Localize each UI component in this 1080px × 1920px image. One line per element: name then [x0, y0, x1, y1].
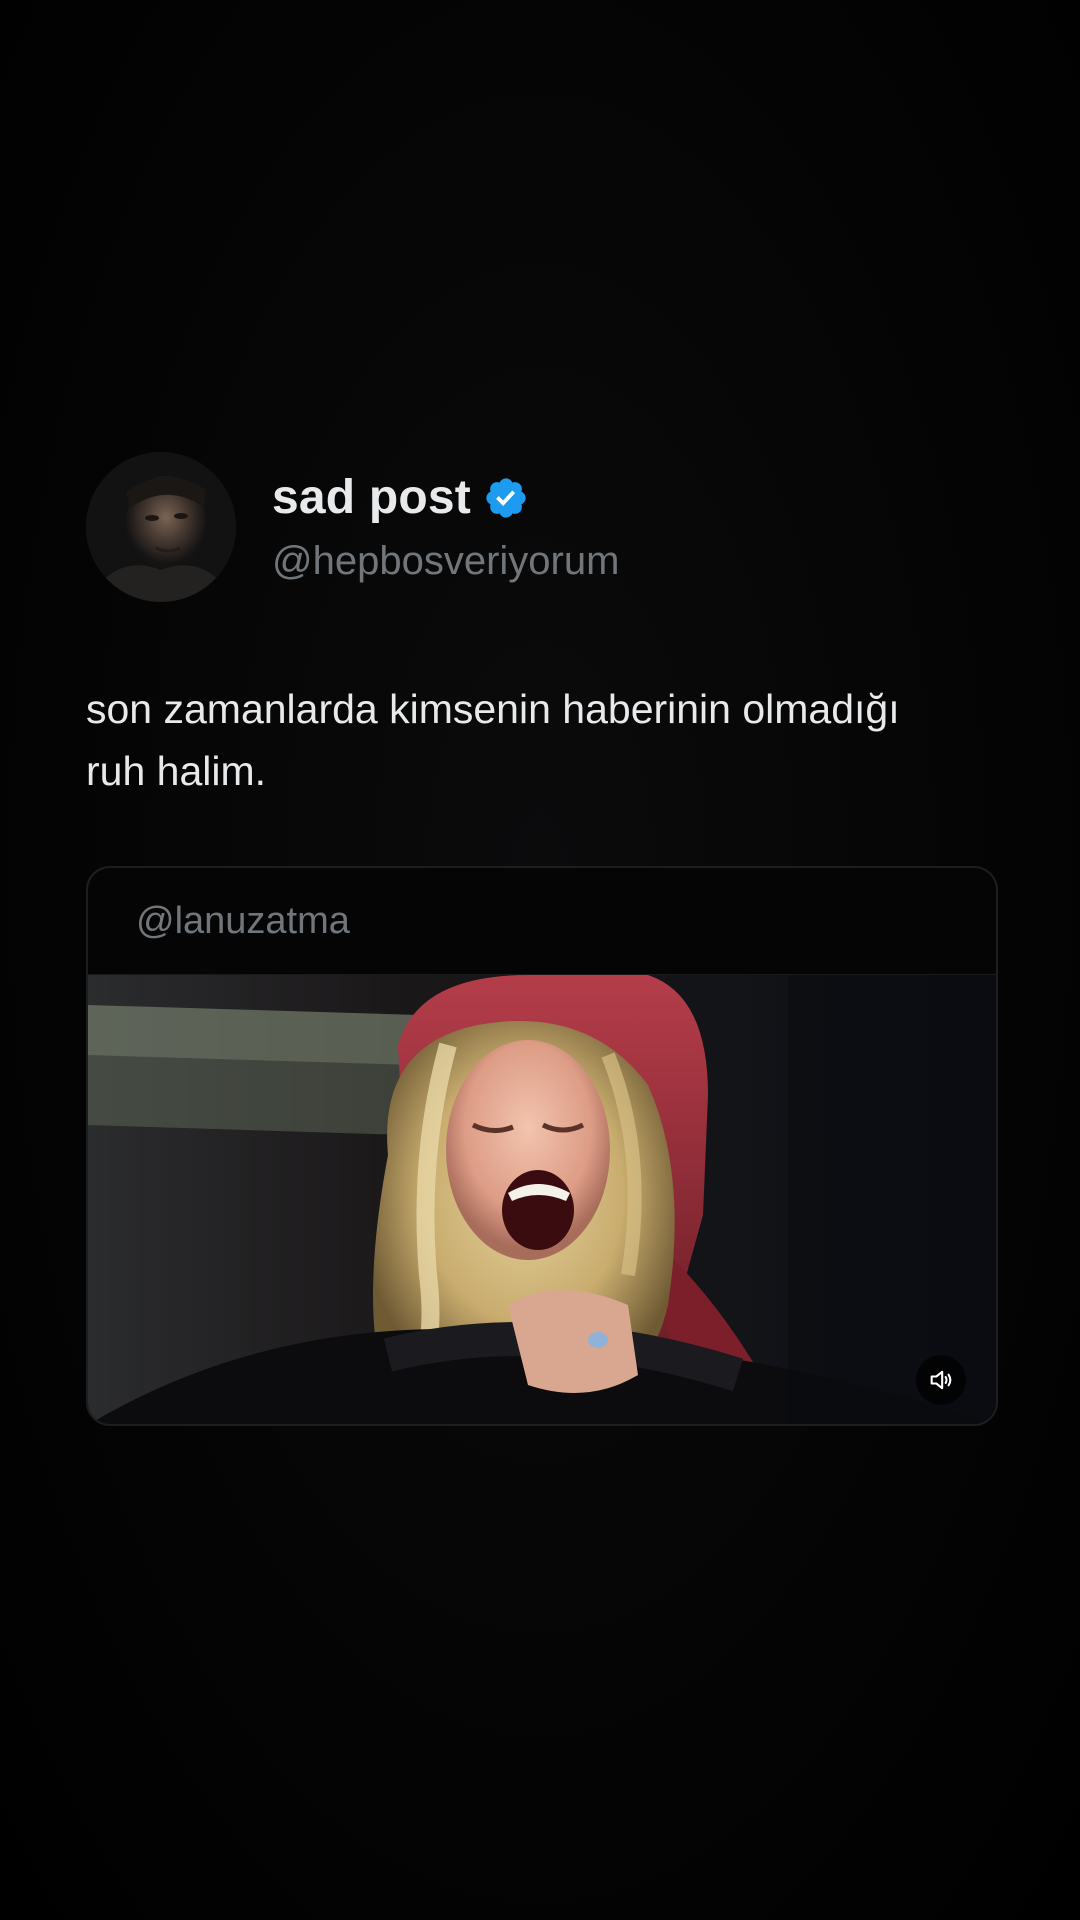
video-frame — [88, 975, 996, 1424]
post-text: son zamanlarda kimsenin haberinin olmadı… — [86, 686, 900, 794]
avatar[interactable] — [86, 452, 236, 602]
author-handle[interactable]: @hepbosveriyorum — [272, 539, 619, 584]
volume-icon — [927, 1366, 955, 1394]
page: sad post @hepbosveriyorum son zamanlarda… — [0, 0, 1080, 1920]
post: sad post @hepbosveriyorum son zamanlarda… — [86, 452, 996, 802]
verified-badge-icon — [483, 475, 529, 521]
avatar-image — [86, 452, 236, 602]
quoted-post-handle[interactable]: @lanuzatma — [136, 900, 350, 943]
volume-button[interactable] — [916, 1355, 966, 1405]
quoted-post-card[interactable]: @lanuzatma — [86, 866, 998, 1426]
post-author[interactable]: sad post @hepbosveriyorum — [86, 452, 996, 602]
video-player[interactable] — [88, 975, 996, 1424]
quoted-post-header: @lanuzatma — [88, 868, 996, 975]
display-name[interactable]: sad post — [272, 470, 471, 525]
